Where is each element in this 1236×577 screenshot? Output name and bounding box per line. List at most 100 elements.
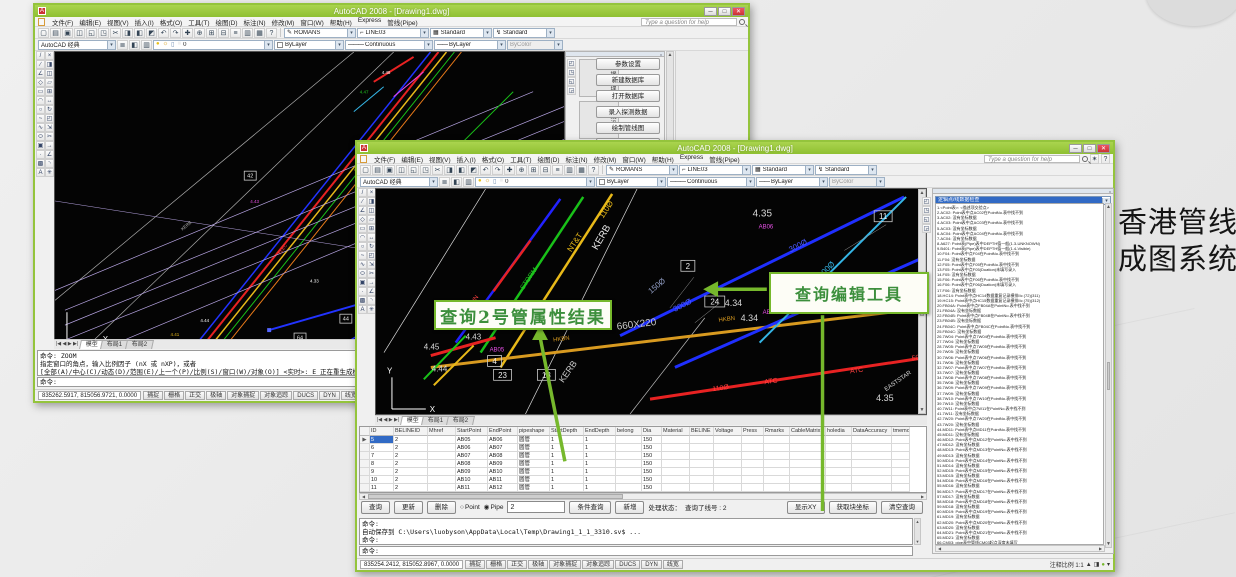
annotation-visibility-icon[interactable]: ▲ [1086, 562, 1092, 568]
column-header-Press[interactable]: Press [742, 427, 764, 436]
status-toggle[interactable]: 极轴 [206, 391, 226, 400]
undo-icon[interactable]: ↶ [158, 28, 169, 38]
maximize-button[interactable]: □ [1083, 144, 1096, 153]
layer-combo[interactable]: ●☼▯■0▾ [153, 40, 273, 50]
column-header-belong[interactable]: belong [616, 427, 642, 436]
scroll-left-icon[interactable]: ◀ [360, 494, 367, 499]
title-bar[interactable]: A AutoCAD 2008 - [Drawing1.dwg] ─ □ ✕ [357, 142, 1113, 154]
command-input[interactable]: 命令: [359, 546, 913, 556]
column-header-CableMatrix[interactable]: CableMatrix [790, 427, 826, 436]
copy-icon[interactable]: ◨ [444, 165, 455, 175]
table-style-combo[interactable]: ▦Standard▾ [430, 28, 492, 38]
table-row[interactable]: 102AB10AB11圆管11150 [360, 476, 926, 484]
publish-icon[interactable]: ◳ [98, 28, 109, 38]
new-icon[interactable]: ▢ [360, 165, 371, 175]
dock-left-icon[interactable]: ◰ [922, 197, 931, 206]
tool-palettes-icon[interactable]: ▦ [254, 28, 265, 38]
layer-properties-icon[interactable]: ≣ [439, 177, 450, 187]
float-icon[interactable]: ◱ [922, 215, 931, 224]
undo-icon[interactable]: ↶ [480, 165, 491, 175]
command-history[interactable]: 命令:自动保存到 C:\Users\luobyson\AppData\Local… [359, 518, 913, 545]
status-toggle[interactable]: 正交 [185, 391, 205, 400]
pipe-radio[interactable]: ◉Pipe [484, 503, 504, 511]
title-bar[interactable]: A AutoCAD 2008 - [Drawing1.dwg] ─ □ ✕ [35, 5, 748, 17]
close-button[interactable]: ✕ [732, 7, 745, 16]
column-header-EndPoint[interactable]: EndPoint [488, 427, 518, 436]
layer-states-icon[interactable]: ▥ [141, 40, 152, 50]
construction-line-icon[interactable]: ∕ [358, 197, 367, 206]
match-properties-icon[interactable]: ◩ [146, 28, 157, 38]
plot-preview-icon[interactable]: ◱ [86, 28, 97, 38]
open-icon[interactable]: ▤ [50, 28, 61, 38]
panel-button[interactable]: 绘制管线图 [596, 122, 660, 134]
scroll-up-icon[interactable]: ▲ [919, 190, 925, 196]
fillet-icon[interactable]: ◝ [45, 159, 54, 168]
menu-item[interactable]: 格式(O) [479, 154, 507, 164]
workspace-combo[interactable]: AutoCAD 经典▾ [38, 40, 116, 50]
plot-icon[interactable]: ◫ [396, 165, 407, 175]
scroll-up-icon[interactable]: ▲ [667, 52, 673, 58]
panel-button[interactable]: 新建数据库 [596, 74, 660, 86]
menu-item[interactable]: Express [355, 17, 384, 27]
array-icon[interactable]: ⊞ [45, 87, 54, 96]
dim-style-combo[interactable]: ⌐LINE03▾ [357, 28, 429, 38]
publish-icon[interactable]: ◳ [420, 165, 431, 175]
pipe-number-input[interactable]: 2 [507, 501, 565, 513]
scrollbar-thumb[interactable] [1107, 362, 1110, 390]
query-button[interactable]: 查询 [361, 501, 390, 514]
lineweight-combo[interactable]: ——ByLayer▾ [756, 177, 828, 187]
mleader-style-combo[interactable]: ↯Standard▾ [493, 28, 555, 38]
erase-icon[interactable]: × [45, 51, 54, 60]
table-row[interactable]: 62AB06AB07圆管11150 [360, 444, 926, 452]
menu-item[interactable]: 格式(O) [157, 17, 185, 27]
ellipse-icon[interactable]: ⬭ [36, 132, 45, 141]
spline-icon[interactable]: ∿ [358, 260, 367, 269]
pan-icon[interactable]: ✚ [504, 165, 515, 175]
zoom-previous-icon[interactable]: ⊟ [218, 28, 229, 38]
menu-item[interactable]: 文件(F) [371, 154, 398, 164]
zoom-previous-icon[interactable]: ⊟ [540, 165, 551, 175]
layer-combo[interactable]: ●☼▯■0▾ [475, 177, 595, 187]
status-toggle[interactable]: 栅格 [486, 560, 506, 569]
menu-item[interactable]: 帮助(H) [327, 17, 355, 27]
insert-block-icon[interactable]: ▣ [358, 278, 367, 287]
zoom-window-icon[interactable]: ⊞ [528, 165, 539, 175]
footer-action-button[interactable]: 获取块坐标 [829, 501, 878, 514]
dock-left-icon[interactable]: ◰ [567, 59, 576, 68]
explode-icon[interactable]: ✳ [45, 168, 54, 177]
table-hscrollbar[interactable]: ◀ ▶ [359, 493, 927, 500]
tab-nav-icons[interactable]: |◀ ◀ ▶ ▶| [375, 416, 401, 425]
update-button[interactable]: 更新 [394, 501, 423, 514]
help-icon[interactable]: ? [588, 165, 599, 175]
menu-item[interactable]: Express [677, 154, 706, 164]
new-icon[interactable]: ▢ [38, 28, 49, 38]
column-header-ID[interactable]: ID [370, 427, 394, 436]
maximize-button[interactable]: □ [718, 7, 731, 16]
plot-preview-icon[interactable]: ◱ [408, 165, 419, 175]
table-style-combo[interactable]: ▦Standard▾ [752, 165, 814, 175]
line-icon[interactable]: / [36, 51, 45, 60]
zoom-realtime-icon[interactable]: ⊕ [194, 28, 205, 38]
paste-icon[interactable]: ◧ [456, 165, 467, 175]
redo-icon[interactable]: ↷ [170, 28, 181, 38]
column-header-Material[interactable]: Material [662, 427, 690, 436]
menu-item[interactable]: 工具(T) [507, 154, 534, 164]
linetype-combo[interactable]: ———Continuous▾ [667, 177, 755, 187]
text-icon[interactable]: A [358, 305, 367, 314]
scroll-right-icon[interactable]: ▶ [919, 494, 926, 499]
save-icon[interactable]: ▣ [384, 165, 395, 175]
scroll-up-icon[interactable]: ▲ [1106, 204, 1111, 210]
column-header-Rmarks[interactable]: Rmarks [764, 427, 790, 436]
pin-icon[interactable]: ◲ [567, 86, 576, 95]
menu-item[interactable]: 视图(V) [426, 154, 454, 164]
redo-icon[interactable]: ↷ [492, 165, 503, 175]
status-toggle[interactable]: 栅格 [164, 391, 184, 400]
panel-button[interactable]: 参数设置 [596, 58, 660, 70]
linetype-combo[interactable]: ———Continuous▾ [345, 40, 433, 50]
move-icon[interactable]: ↔ [45, 96, 54, 105]
status-toggle[interactable]: 捕捉 [143, 391, 163, 400]
minimize-button[interactable]: ─ [704, 7, 717, 16]
status-toggle[interactable]: 捕捉 [465, 560, 485, 569]
menu-item[interactable]: 窗口(W) [619, 154, 648, 164]
spline-icon[interactable]: ∿ [36, 123, 45, 132]
